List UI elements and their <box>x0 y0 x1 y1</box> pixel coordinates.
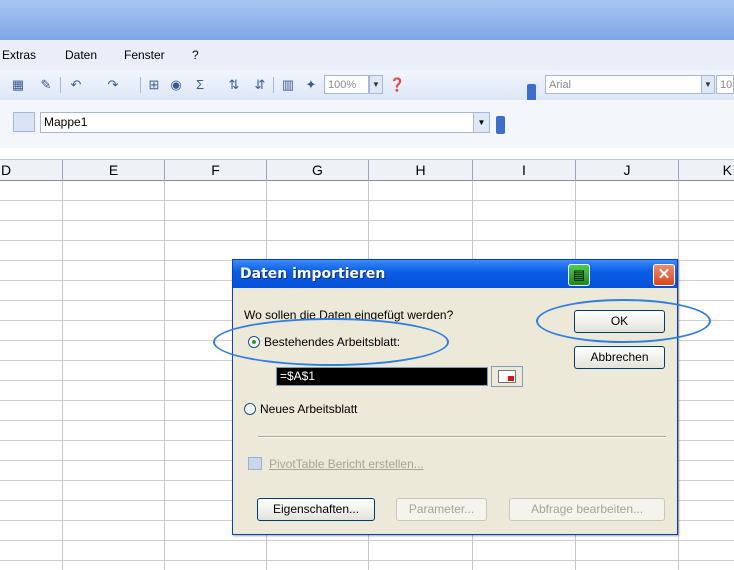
redo-icon[interactable]: ↷ <box>105 77 121 93</box>
dialog-title: Daten importieren <box>240 266 386 282</box>
toolbar-separator <box>140 77 141 93</box>
column-header-g[interactable]: G <box>267 160 369 181</box>
column-header-h[interactable]: H <box>369 160 473 181</box>
menu-daten[interactable]: Daten <box>65 48 97 62</box>
chart-wizard-icon[interactable]: ▥ <box>280 77 296 93</box>
column-header-k[interactable]: K <box>679 160 734 181</box>
option-new-label[interactable]: Neues Arbeitsblatt <box>260 402 357 416</box>
column-header-e[interactable]: E <box>63 160 165 181</box>
autosum-icon[interactable]: Σ <box>192 77 208 93</box>
radio-new-worksheet[interactable] <box>244 403 256 415</box>
font-size-field[interactable]: 10 <box>716 75 734 94</box>
highlight-ellipse-ok <box>536 299 711 343</box>
window-titlebar <box>0 0 734 40</box>
reference-input[interactable]: =$A$1 <box>276 367 488 386</box>
sort-ascending-icon[interactable]: ⇅ <box>226 77 242 93</box>
help-icon[interactable]: ❓ <box>389 77 405 93</box>
undo-icon[interactable]: ↶ <box>68 77 84 93</box>
menu-fenster[interactable]: Fenster <box>124 48 165 62</box>
standard-toolbar: ▦ ✎ ↶ ↷ ⊞ ◉ Σ ⇅ ⇵ ▥ ✦ 100% ▼ ❓ Arial ▼ 1… <box>0 70 734 100</box>
menu-bar: Extras Daten Fenster ? <box>0 40 734 71</box>
name-box-dropdown-icon[interactable]: ▼ <box>473 113 489 132</box>
drawing-icon[interactable]: ✦ <box>303 77 319 93</box>
cancel-button[interactable]: Abbrechen <box>574 346 665 369</box>
properties-button[interactable]: Eigenschaften... <box>257 498 375 521</box>
toolbar-grip-icon[interactable] <box>496 116 505 134</box>
collapse-dialog-icon <box>498 370 516 383</box>
zoom-field[interactable]: 100% <box>324 75 369 94</box>
reviewing-icon[interactable] <box>13 112 35 132</box>
dialog-divider <box>258 436 666 438</box>
column-header-j[interactable]: J <box>576 160 679 181</box>
column-header-row: D E F G H I J K <box>0 159 734 181</box>
insert-hyperlink-icon[interactable]: ⊞ <box>146 77 162 93</box>
column-header-f[interactable]: F <box>165 160 267 181</box>
research-icon[interactable]: ◉ <box>168 77 184 93</box>
column-header-d[interactable]: D <box>0 160 63 181</box>
name-box[interactable]: Mappe1 <box>40 112 490 133</box>
toolbar-separator <box>273 77 274 93</box>
edit-query-button: Abfrage bearbeiten... <box>509 498 665 521</box>
font-name-field[interactable]: Arial <box>545 75 715 94</box>
range-properties-icon[interactable]: ▤ <box>568 264 590 286</box>
parameters-button: Parameter... <box>396 498 487 521</box>
column-header-i[interactable]: I <box>473 160 576 181</box>
font-name-dropdown-icon[interactable]: ▼ <box>701 75 715 94</box>
menu-help[interactable]: ? <box>192 48 199 62</box>
sort-descending-icon[interactable]: ⇵ <box>252 77 268 93</box>
menu-extras[interactable]: Extras <box>2 48 36 62</box>
collapse-dialog-button[interactable] <box>491 366 523 387</box>
pivot-table-icon <box>248 457 262 470</box>
close-icon[interactable]: ✕ <box>653 264 675 286</box>
highlight-ellipse-option <box>213 318 449 366</box>
paste-icon[interactable]: ▦ <box>10 77 26 93</box>
format-painter-icon[interactable]: ✎ <box>38 77 54 93</box>
toolbar-separator <box>60 77 61 93</box>
pivot-report-link: PivotTable Bericht erstellen... <box>269 457 424 471</box>
zoom-dropdown-icon[interactable]: ▼ <box>369 75 383 94</box>
